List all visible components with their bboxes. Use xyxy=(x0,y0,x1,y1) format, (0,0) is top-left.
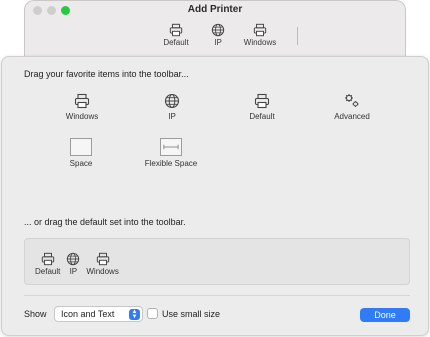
customize-toolbar-sheet: Drag your favorite items into the toolba… xyxy=(1,56,429,336)
toolbar-ip-button[interactable]: IP xyxy=(203,23,233,47)
use-small-size-checkbox[interactable] xyxy=(147,308,158,319)
palette-item-ip[interactable]: IP xyxy=(142,93,202,121)
toolbar-divider xyxy=(297,27,298,45)
palette-item-label: Default xyxy=(249,112,275,121)
globe-icon xyxy=(67,252,80,266)
palette-item-advanced[interactable]: Advanced xyxy=(322,93,382,121)
printer-icon xyxy=(254,93,270,109)
show-mode-value: Icon and Text xyxy=(61,309,115,319)
palette-item-flexible-space[interactable]: Flexible Space xyxy=(141,138,201,168)
default-set-heading: ... or drag the default set into the too… xyxy=(24,217,186,227)
palette-item-windows[interactable]: Windows xyxy=(52,93,112,121)
palette-item-label: IP xyxy=(168,112,176,121)
default-set-item-ip: IP xyxy=(66,252,80,276)
use-small-size-label[interactable]: Use small size xyxy=(162,309,220,319)
palette-item-label: Windows xyxy=(65,112,99,121)
sheet-heading: Drag your favorite items into the toolba… xyxy=(24,69,189,79)
space-box-icon xyxy=(70,138,92,156)
default-set-item-label: Windows xyxy=(86,267,119,276)
palette-item-default[interactable]: Default xyxy=(232,93,292,121)
default-set-item-default: Default xyxy=(35,252,60,276)
printer-icon xyxy=(169,23,183,37)
default-set-item-label: IP xyxy=(69,267,78,276)
palette-item-label: Flexible Space xyxy=(144,159,198,168)
printer-icon xyxy=(253,23,267,37)
default-toolbar-set[interactable]: Default IP Windows xyxy=(24,238,410,285)
toolbar-default-label: Default xyxy=(163,38,189,47)
toolbar-ip-label: IP xyxy=(214,38,222,47)
window-toolbar: Default IP Windows xyxy=(161,23,277,47)
palette-item-label: Space xyxy=(69,159,93,168)
show-label: Show xyxy=(24,309,47,319)
default-set-item-label: Default xyxy=(35,267,61,276)
palette-item-space[interactable]: Space xyxy=(51,138,111,168)
printer-icon xyxy=(41,252,54,266)
default-set-item-windows: Windows xyxy=(86,252,119,276)
palette-item-label: Advanced xyxy=(334,112,370,121)
done-button[interactable]: Done xyxy=(360,308,410,322)
globe-icon xyxy=(164,93,180,109)
gears-icon xyxy=(345,94,359,107)
window-title: Add Printer xyxy=(187,4,243,15)
toolbar-windows-label: Windows xyxy=(243,38,277,47)
globe-icon xyxy=(211,23,225,37)
footer-separator xyxy=(24,295,410,296)
flexible-space-icon xyxy=(160,138,182,156)
toolbar-windows-button[interactable]: Windows xyxy=(243,23,277,47)
toolbar-default-button[interactable]: Default xyxy=(161,23,191,47)
printer-icon xyxy=(74,93,90,109)
add-printer-window: Add Printer Default IP Windows xyxy=(24,0,406,62)
show-mode-select[interactable]: Icon and Text ▲ ▼ xyxy=(54,306,143,322)
chevron-up-down-icon: ▲ ▼ xyxy=(129,309,140,320)
default-set-items: Default IP Windows xyxy=(35,252,119,276)
printer-icon xyxy=(96,252,109,266)
